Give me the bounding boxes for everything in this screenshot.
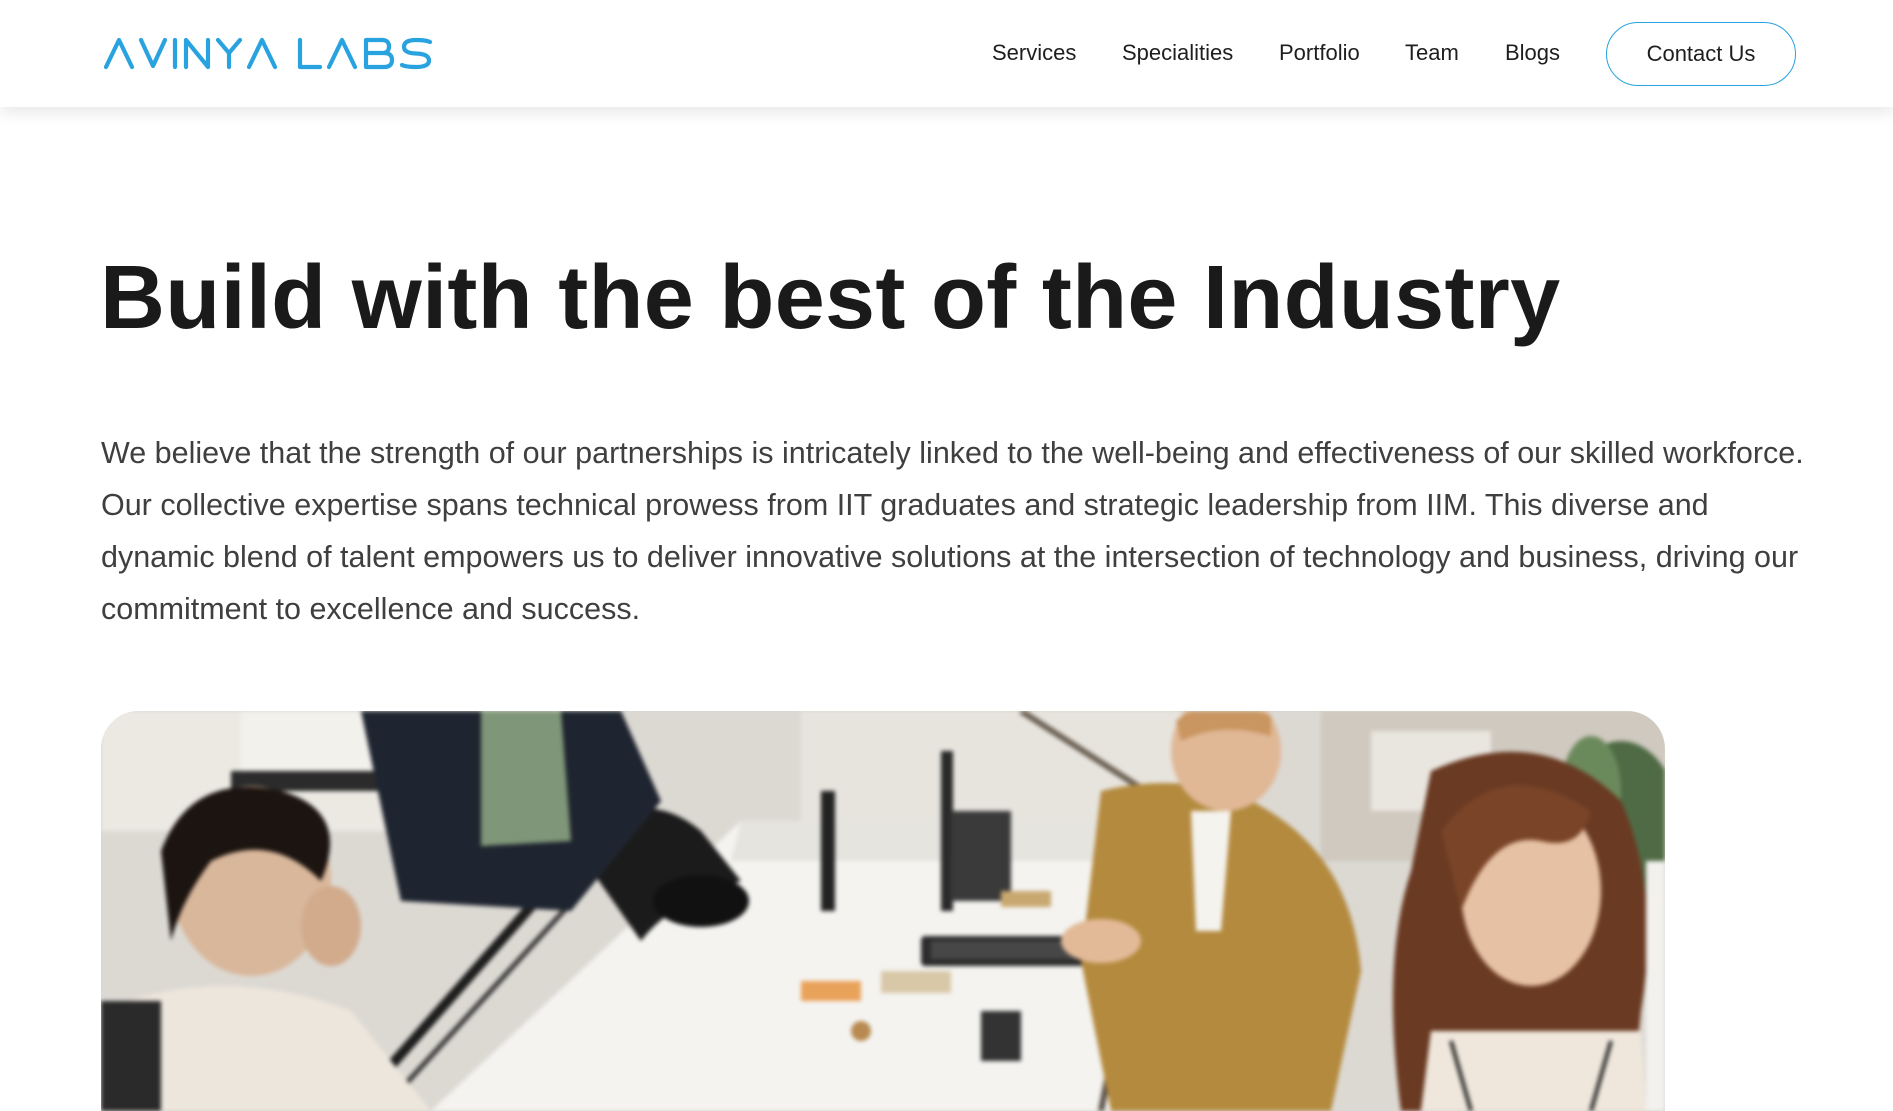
team-office-photo [101, 711, 1665, 1111]
nav-blogs[interactable]: Blogs [1505, 40, 1560, 66]
nav-portfolio[interactable]: Portfolio [1279, 40, 1360, 66]
page-title: Build with the best of the Industry [100, 248, 1561, 348]
nav-services[interactable]: Services [992, 40, 1076, 66]
nav-specialities[interactable]: Specialities [1122, 40, 1233, 66]
contact-us-button[interactable]: Contact Us [1606, 22, 1796, 86]
hero-description: We believe that the strength of our part… [101, 436, 1804, 626]
site-header: Services Specialities Portfolio Team Blo… [0, 0, 1893, 107]
nav-team[interactable]: Team [1405, 40, 1459, 66]
